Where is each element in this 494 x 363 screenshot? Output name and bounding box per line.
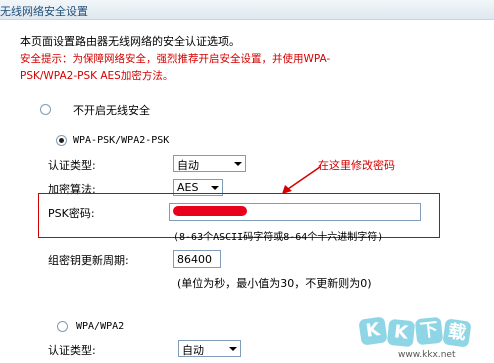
auth-type-select[interactable]: 自动 <box>173 155 246 172</box>
wpa-auth-type-value: 自动 <box>182 344 204 357</box>
radio-disable-label: 不开启无线安全 <box>73 104 150 117</box>
redacted-password-mark <box>173 206 247 216</box>
radio-wpa-psk-label: WPA-PSK/WPA2-PSK <box>73 135 170 146</box>
group-key-renew-input[interactable]: 86400 <box>173 250 221 268</box>
security-warning-line2: PSK/WPA2-PSK AES加密方法。 <box>20 70 174 82</box>
radio-wpa-psk[interactable] <box>56 135 67 146</box>
psk-password-label: PSK密码: <box>48 207 95 220</box>
page-header: 无线网络安全设置 <box>0 0 494 20</box>
radio-wpa[interactable] <box>57 321 68 332</box>
radio-disable-security[interactable] <box>40 104 51 115</box>
chevron-down-icon <box>211 186 219 190</box>
radio-wpa-label: WPA/WPA2 <box>76 321 125 332</box>
wpa-auth-type-label: 认证类型: <box>48 344 96 357</box>
psk-hint-text: (8-63个ASCII码字符或8-64个十六进制字符) <box>173 232 384 243</box>
chevron-down-icon <box>229 347 237 351</box>
group-key-renew-value: 86400 <box>177 253 212 266</box>
watermark-tile: K <box>358 316 388 346</box>
wpa-auth-type-select[interactable]: 自动 <box>178 340 241 357</box>
watermark-tile: 下 <box>414 316 444 346</box>
chevron-down-icon <box>234 162 242 166</box>
watermark-tile: K <box>386 318 416 348</box>
auth-type-value: 自动 <box>177 159 199 172</box>
intro-text: 本页面设置路由器无线网络的安全认证选项。 <box>20 35 240 48</box>
auth-type-label: 认证类型: <box>48 159 96 172</box>
group-key-renew-label: 组密钥更新周期: <box>48 254 129 267</box>
watermark-url: www.kkx.net <box>398 350 456 360</box>
watermark-tile: 载 <box>442 318 472 348</box>
annotation-arrow-icon <box>282 166 321 194</box>
page-title: 无线网络安全设置 <box>0 5 88 18</box>
security-warning-line1: 安全提示：为保障网络安全，强烈推荐开启安全设置，并使用WPA- <box>20 53 331 65</box>
renew-hint-text: (单位为秒，最小值为30，不更新则为0) <box>177 277 372 290</box>
